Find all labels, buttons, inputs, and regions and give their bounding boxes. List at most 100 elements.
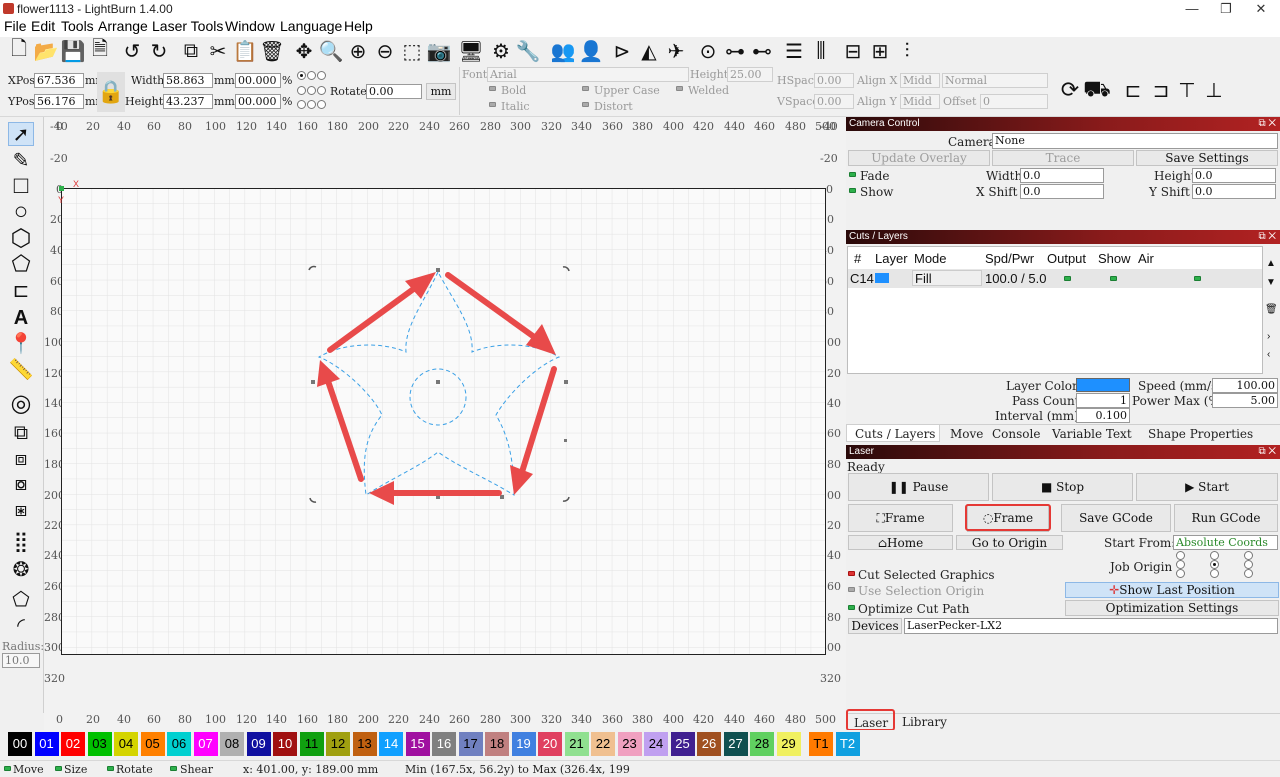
polygon-icon[interactable]: ⬡ (8, 225, 34, 252)
measure-ruler-icon[interactable]: 📏 (8, 357, 34, 381)
move-toggle[interactable] (4, 766, 11, 771)
devices-button[interactable]: Devices (848, 618, 902, 634)
tab-library[interactable]: Library (902, 715, 947, 729)
menu-tools[interactable]: Tools (61, 18, 94, 34)
start-button[interactable]: ▶ Start (1136, 473, 1278, 501)
user-icon[interactable]: 👤 (578, 38, 604, 64)
panel-controls-icon[interactable]: ⧉ ✕ (1258, 230, 1276, 244)
send-icon[interactable]: ✈ (663, 38, 689, 64)
origin-radio[interactable] (307, 86, 316, 95)
layer-color-picker[interactable] (1076, 378, 1130, 392)
palette-swatch-04[interactable]: 04 (114, 732, 138, 756)
unit-mm-button[interactable]: mm (426, 83, 456, 100)
pause-button[interactable]: ❚❚ Pause (848, 473, 989, 501)
corner-radius-icon[interactable]: ◜ (8, 613, 34, 637)
menu-edit[interactable]: Edit (31, 18, 55, 34)
rotate-field[interactable]: 0.00 (366, 84, 422, 99)
palette-swatch-10[interactable]: 10 (273, 732, 297, 756)
boolean-subtract-icon[interactable]: ⧈ (8, 447, 34, 471)
align-left-icon[interactable]: ⊏ (1120, 77, 1146, 103)
ellipse-icon[interactable]: ○ (8, 198, 34, 225)
distribute-v-icon[interactable]: ⫼ (808, 38, 834, 64)
target-icon[interactable]: ⊙ (695, 38, 721, 64)
move-icon[interactable]: ✥ (291, 38, 317, 64)
palette-swatch-26[interactable]: 26 (697, 732, 721, 756)
job-origin-radio[interactable] (1176, 551, 1185, 560)
align-group-icon[interactable]: ⊟ (840, 38, 866, 64)
minimize-button[interactable]: — (1173, 1, 1211, 16)
cut-icon[interactable]: ✂ (205, 38, 231, 64)
laser-machine-icon[interactable]: ⛟ (1083, 76, 1111, 103)
camera-width-field[interactable]: 0.0 (1020, 168, 1104, 183)
optimize-cut-path-toggle[interactable] (848, 605, 855, 610)
palette-swatch-11[interactable]: 11 (299, 732, 324, 756)
panel-controls-icon[interactable]: ⧉ ✕ (1258, 117, 1276, 131)
camera-icon[interactable]: 📷 (426, 38, 452, 64)
boolean-intersect-icon[interactable]: ⧇ (8, 472, 34, 496)
speed-field[interactable]: 100.00 (1212, 378, 1278, 393)
mirror-icon[interactable]: ◭ (636, 38, 662, 64)
pen-icon[interactable]: ✎ (8, 148, 34, 172)
palette-swatch-13[interactable]: 13 (352, 732, 377, 756)
x-shift-field[interactable]: 0.0 (1020, 184, 1104, 199)
show-toggle[interactable] (849, 188, 856, 193)
y-shift-field[interactable]: 0.0 (1192, 184, 1276, 199)
text-mode-select[interactable]: Normal (942, 73, 1048, 88)
pass-count-field[interactable]: 1 (1076, 393, 1130, 408)
palette-swatch-t2[interactable]: T2 (835, 732, 860, 756)
width-percent-field[interactable]: 00.000 (235, 73, 281, 88)
use-selection-origin-toggle[interactable] (848, 587, 855, 592)
maximize-button[interactable]: ❐ (1207, 1, 1245, 17)
edit-nodes-icon[interactable]: ⬠ (8, 587, 34, 611)
palette-swatch-20[interactable]: 20 (538, 732, 562, 756)
size-toggle[interactable] (55, 766, 62, 771)
palette-swatch-07[interactable]: 07 (193, 732, 218, 756)
palette-swatch-02[interactable]: 02 (61, 732, 85, 756)
palette-swatch-28[interactable]: 28 (750, 732, 774, 756)
ypos-field[interactable]: 56.176 (34, 94, 84, 109)
rotary-icon[interactable]: ⟳ (1057, 77, 1083, 103)
palette-swatch-14[interactable]: 14 (379, 732, 403, 756)
boolean-union-icon[interactable]: ⧉ (8, 421, 34, 445)
zoom-frame-icon[interactable]: ⬚ (399, 38, 425, 64)
palette-swatch-21[interactable]: 21 (564, 732, 589, 756)
save-settings-button[interactable]: Save Settings (1136, 150, 1278, 166)
menu-window[interactable]: Window (225, 18, 275, 34)
fade-toggle[interactable] (849, 172, 856, 177)
home-button[interactable]: ⌂ Home (848, 535, 953, 550)
palette-swatch-15[interactable]: 15 (405, 732, 430, 756)
collapse-left-icon[interactable]: ‹ (1267, 349, 1270, 360)
job-origin-radio[interactable] (1210, 560, 1219, 569)
font-select[interactable]: Arial (487, 67, 689, 82)
interval-field[interactable]: 0.100 (1076, 408, 1130, 423)
palette-swatch-19[interactable]: 19 (511, 732, 536, 756)
zoom-in-icon[interactable]: ⊕ (345, 38, 371, 64)
grid-array-icon[interactable]: ⣿ (8, 529, 34, 553)
tab-variable-text[interactable]: Variable Text (1052, 427, 1132, 441)
palette-swatch-29[interactable]: 29 (776, 732, 801, 756)
palette-swatch-09[interactable]: 09 (246, 732, 271, 756)
pentagon-icon[interactable]: ⬠ (8, 251, 34, 276)
palette-swatch-27[interactable]: 27 (723, 732, 748, 756)
align-bottom-icon[interactable]: ⊥ (1201, 77, 1227, 103)
go-to-origin-button[interactable]: Go to Origin (956, 535, 1063, 550)
update-overlay-button[interactable]: Update Overlay (848, 150, 990, 166)
delete-icon[interactable]: 🗑 (259, 38, 285, 64)
undo-icon[interactable]: ↺ (119, 38, 145, 64)
close-button[interactable]: ✕ (1242, 1, 1280, 17)
height-percent-field[interactable]: 00.000 (235, 94, 281, 109)
palette-swatch-t1[interactable]: T1 (809, 732, 833, 756)
position-pin-icon[interactable]: 📍 (8, 331, 34, 355)
palette-swatch-25[interactable]: 25 (670, 732, 695, 756)
palette-swatch-03[interactable]: 03 (87, 732, 112, 756)
hspace-field[interactable]: 0.00 (814, 73, 854, 88)
redo-icon[interactable]: ↻ (146, 38, 172, 64)
text-icon[interactable]: A (8, 306, 34, 330)
job-origin-radio[interactable] (1244, 569, 1253, 578)
vspace-field[interactable]: 0.00 (814, 94, 854, 109)
optimization-settings-button[interactable]: Optimization Settings (1065, 600, 1279, 616)
job-origin-radio[interactable] (1244, 560, 1253, 569)
origin-radio[interactable] (297, 86, 306, 95)
tab-move[interactable]: Move (950, 427, 983, 441)
origin-radio[interactable] (317, 100, 326, 109)
